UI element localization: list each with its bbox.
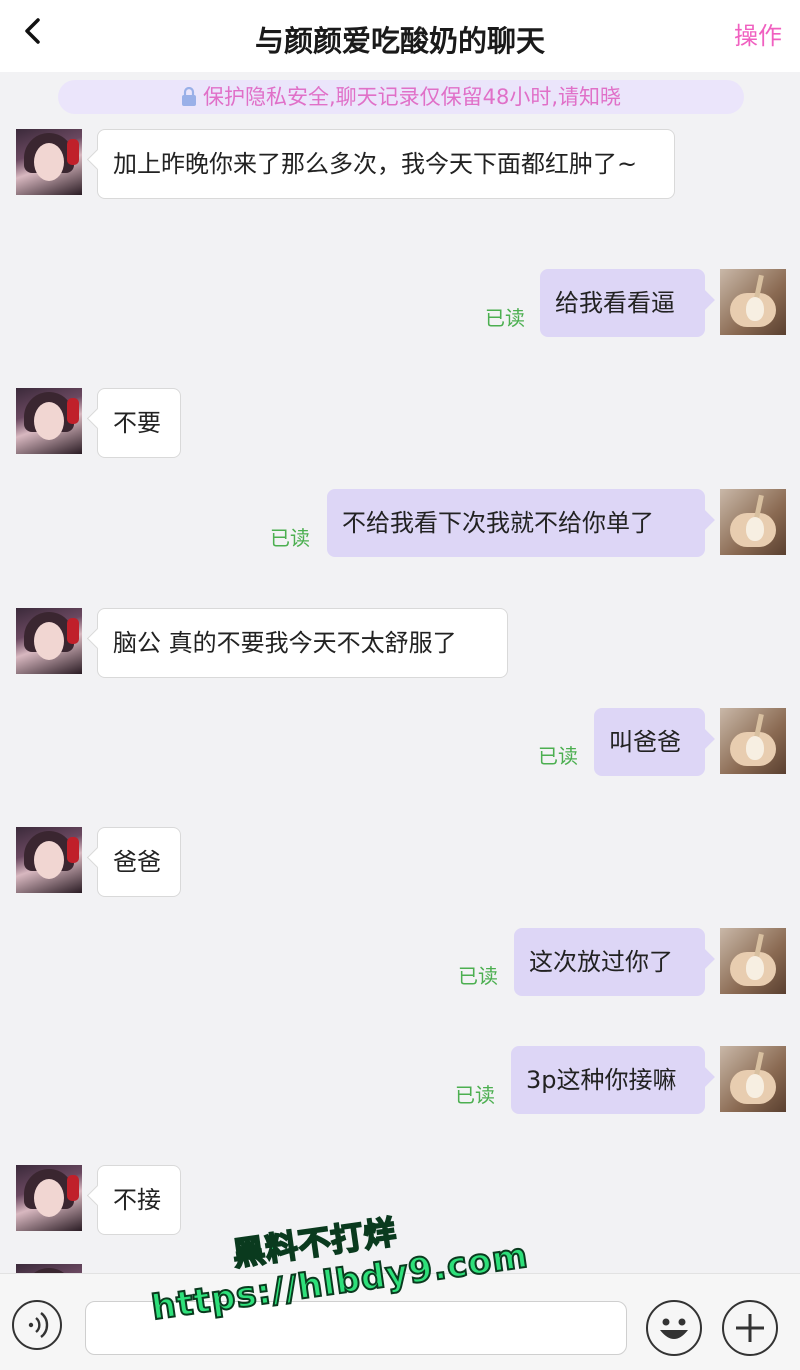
avatar[interactable]	[16, 827, 82, 893]
avatar[interactable]	[720, 489, 786, 555]
message-bubble[interactable]: 3p这种你接嘛	[511, 1046, 705, 1114]
chat-header: 与颜颜爱吃酸奶的聊天 操作	[0, 0, 800, 72]
avatar[interactable]	[720, 708, 786, 774]
avatar[interactable]	[16, 608, 82, 674]
avatar[interactable]	[720, 928, 786, 994]
message-bubble[interactable]: 不要	[97, 388, 181, 458]
message-bubble[interactable]: 不给我看下次我就不给你单了	[327, 489, 705, 557]
privacy-notice-text: 保护隐私安全,聊天记录仅保留48小时,请知晓	[202, 85, 622, 109]
page-title: 与颜颜爱吃酸奶的聊天	[254, 24, 545, 58]
lock-icon	[181, 83, 197, 106]
avatar[interactable]	[16, 388, 82, 454]
read-status: 已读	[270, 526, 310, 550]
message-bubble[interactable]: 叫爸爸	[594, 708, 705, 776]
avatar[interactable]	[720, 269, 786, 335]
read-status: 已读	[458, 964, 498, 988]
avatar[interactable]	[16, 1264, 82, 1273]
privacy-notice: 保护隐私安全,聊天记录仅保留48小时,请知晓	[58, 80, 744, 114]
plus-icon[interactable]	[722, 1300, 778, 1356]
read-status: 已读	[455, 1083, 495, 1107]
read-status: 已读	[538, 744, 578, 768]
action-button[interactable]: 操作	[734, 16, 782, 51]
message-bubble[interactable]: 不接	[97, 1165, 181, 1235]
avatar[interactable]	[16, 129, 82, 195]
message-bubble[interactable]: 给我看看逼	[540, 269, 705, 337]
voice-icon[interactable]	[12, 1300, 62, 1350]
message-bubble[interactable]: 爸爸	[97, 827, 181, 897]
message-bubble[interactable]: 这次放过你了	[514, 928, 705, 996]
message-bubble[interactable]: 脑公 真的不要我今天不太舒服了	[97, 608, 508, 678]
message-list[interactable]: 加上昨晚你来了那么多次，我今天下面都红肿了~ 已读 给我看看逼 不要 已读 不给…	[0, 118, 800, 1273]
message-bubble[interactable]: 加上昨晚你来了那么多次，我今天下面都红肿了~	[97, 129, 675, 199]
emoji-icon[interactable]	[646, 1300, 702, 1356]
avatar[interactable]	[720, 1046, 786, 1112]
read-status: 已读	[485, 306, 525, 330]
avatar[interactable]	[16, 1165, 82, 1231]
